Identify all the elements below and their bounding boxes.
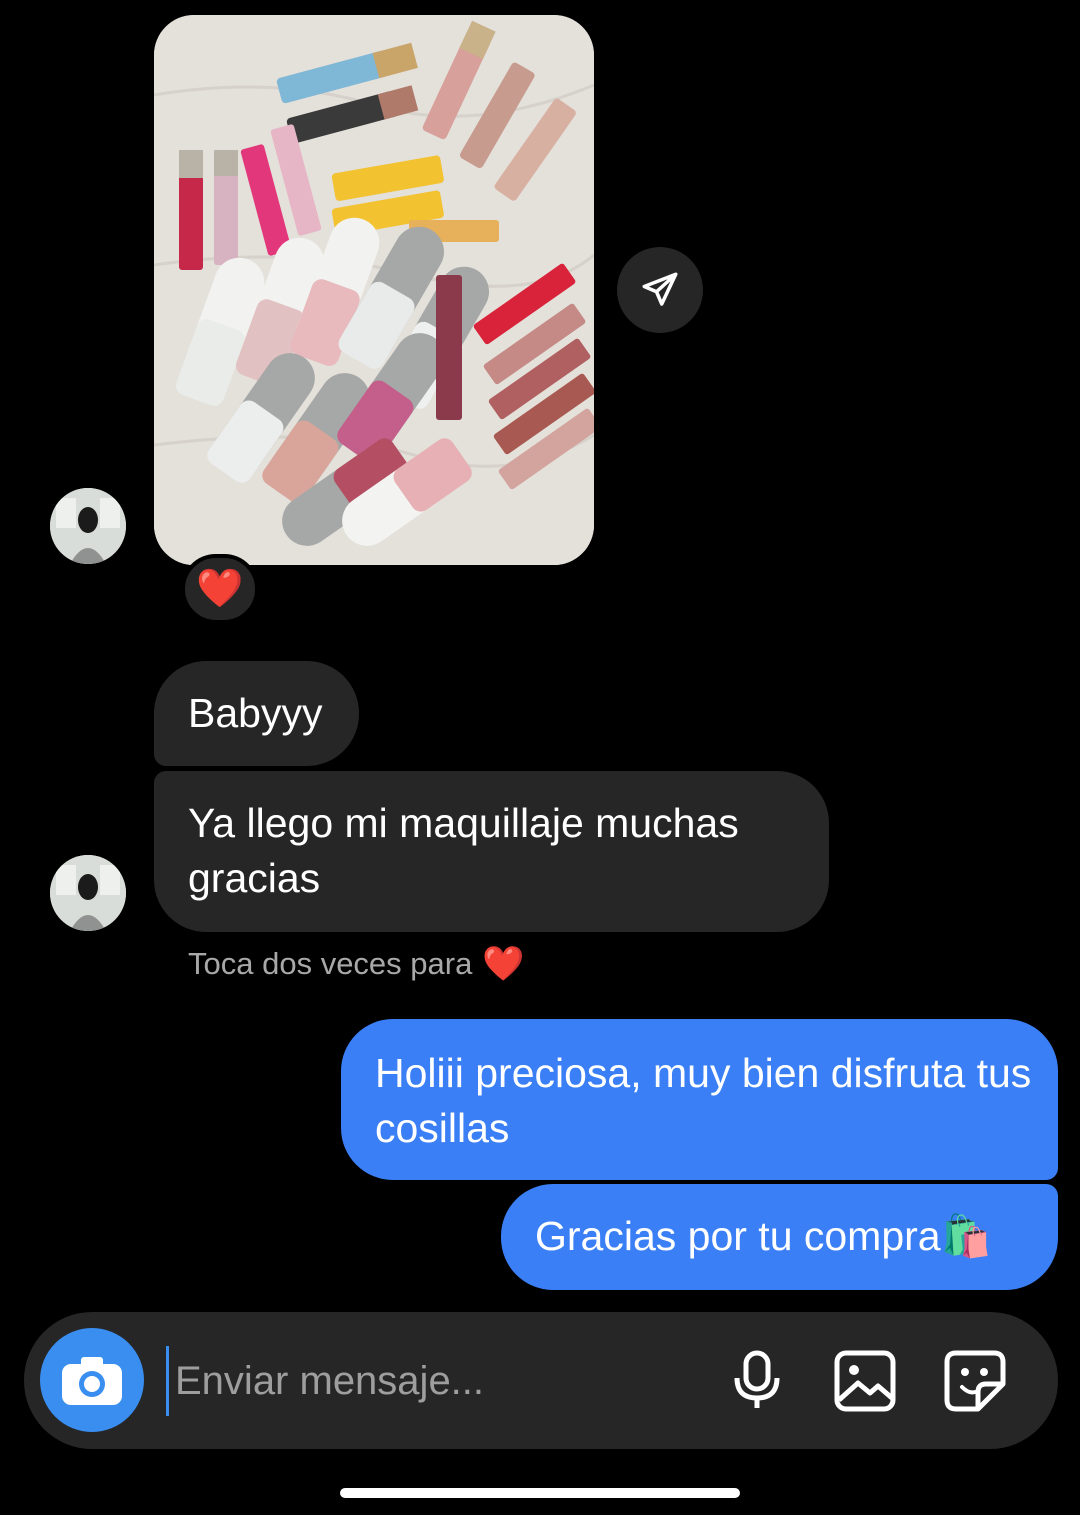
send-icon	[642, 272, 678, 306]
heart-emoji: ❤️	[482, 945, 525, 983]
incoming-message[interactable]: Ya llego mi maquillaje muchas gracias	[154, 771, 829, 932]
incoming-message[interactable]: Babyyy	[154, 661, 359, 766]
heart-reaction[interactable]: ❤️	[181, 554, 259, 624]
home-indicator[interactable]	[340, 1488, 740, 1498]
message-input[interactable]	[166, 1346, 695, 1416]
avatar-photo	[50, 488, 126, 564]
gallery-icon	[834, 1350, 896, 1412]
message-text: Ya llego mi maquillaje muchas gracias	[188, 800, 739, 901]
contact-avatar[interactable]	[50, 855, 126, 931]
heart-emoji: ❤️	[196, 568, 244, 610]
double-tap-hint: Toca dos veces para ❤️	[188, 944, 525, 984]
chat-screen: ❤️ Babyyy Ya llego mi maquillaje muchas …	[0, 0, 1080, 1515]
share-photo-button[interactable]	[617, 247, 703, 333]
message-text: Holiii preciosa, muy bien disfruta tus c…	[375, 1050, 1032, 1151]
sticker-button[interactable]	[940, 1346, 1010, 1416]
voice-button[interactable]	[722, 1346, 792, 1416]
outgoing-message[interactable]: Gracias por tu compra🛍️	[501, 1184, 1058, 1290]
contact-avatar[interactable]	[50, 488, 126, 564]
camera-button[interactable]	[40, 1328, 144, 1432]
message-text: Gracias por tu compra🛍️	[535, 1213, 992, 1259]
gallery-button[interactable]	[830, 1346, 900, 1416]
microphone-icon	[734, 1350, 780, 1408]
hint-text: Toca dos veces para	[188, 946, 473, 981]
lip-gloss-image	[154, 15, 594, 565]
message-composer	[24, 1312, 1058, 1449]
outgoing-message[interactable]: Holiii preciosa, muy bien disfruta tus c…	[341, 1019, 1058, 1180]
shared-photo[interactable]	[154, 15, 594, 565]
sticker-icon	[944, 1350, 1006, 1412]
avatar-photo	[50, 855, 126, 931]
message-text: Babyyy	[188, 690, 323, 736]
camera-icon	[62, 1357, 122, 1405]
